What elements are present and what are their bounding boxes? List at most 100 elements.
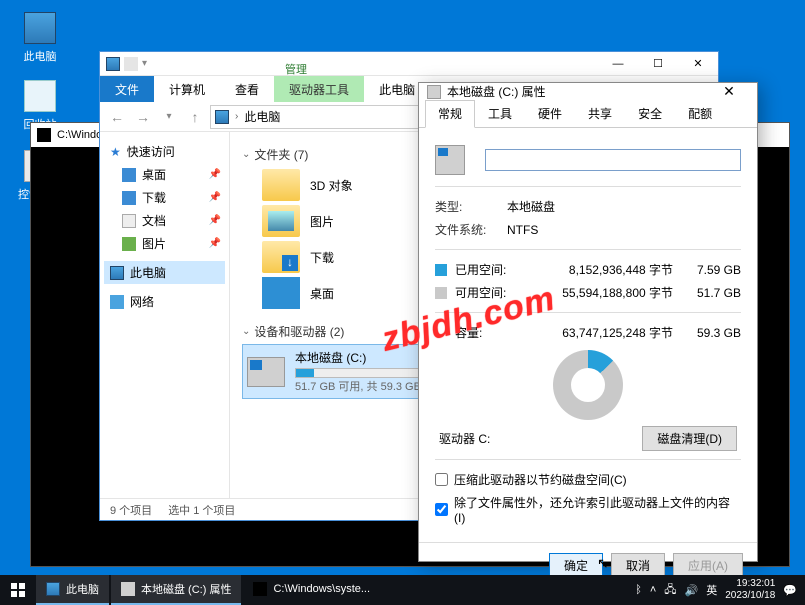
desktop-icon-label: 此电脑 <box>10 48 70 64</box>
pc-icon <box>46 582 60 596</box>
index-checkbox[interactable] <box>435 503 448 516</box>
system-tray: ᛒ ˄ 🖧 🔊 英 19:32:01 2023/10/18 💬 <box>627 578 805 602</box>
fs-value: NTFS <box>507 223 538 237</box>
tray-notifications-icon[interactable]: 💬 <box>783 584 797 597</box>
status-selected-count: 选中 1 个项目 <box>168 502 235 518</box>
ribbon-tab-view[interactable]: 查看 <box>220 76 274 102</box>
chevron-down-icon: ⌄ <box>242 149 250 160</box>
folder-icon: ↓ <box>262 241 300 273</box>
drive-icon <box>121 582 135 596</box>
chevron-right-icon: › <box>235 111 238 122</box>
drive-item-c[interactable]: 本地磁盘 (C:) 51.7 GB 可用, 共 59.3 GB <box>242 344 442 399</box>
taskbar-item-properties[interactable]: 本地磁盘 (C:) 属性 <box>111 575 241 605</box>
pc-icon <box>24 12 56 44</box>
drive-label-input[interactable] <box>485 149 741 171</box>
tray-chevron-up-icon[interactable]: ˄ <box>650 584 656 596</box>
nav-forward-button[interactable]: → <box>132 106 154 128</box>
ribbon-tab-drivetools[interactable]: 管理 驱动器工具 <box>274 76 364 102</box>
address-text: 此电脑 <box>244 108 280 125</box>
taskbar-clock[interactable]: 19:32:01 2023/10/18 <box>725 578 775 602</box>
tab-sharing[interactable]: 共享 <box>575 100 625 127</box>
nav-back-button[interactable]: ← <box>106 106 128 128</box>
sidebar-quickaccess[interactable]: ★ 快速访问 <box>104 140 225 163</box>
folder-icon <box>262 169 300 201</box>
pc-icon <box>215 110 229 124</box>
start-button[interactable] <box>0 575 36 605</box>
properties-titlebar[interactable]: 本地磁盘 (C:) 属性 ✕ <box>419 83 757 100</box>
compress-checkbox-row[interactable]: 压缩此驱动器以节约磁盘空间(C) <box>435 468 741 491</box>
sidebar-item-desktop[interactable]: 桌面📌 <box>104 163 225 186</box>
close-button[interactable]: ✕ <box>709 83 749 100</box>
used-swatch <box>435 264 447 276</box>
drive-icon <box>247 357 285 387</box>
nav-recent-button[interactable]: ▾ <box>158 106 180 128</box>
quick-access-toolbar-dropdown[interactable]: ▾ <box>138 58 151 69</box>
sidebar-item-downloads[interactable]: 下载📌 <box>104 186 225 209</box>
pin-icon: 📌 <box>209 192 221 203</box>
tab-security[interactable]: 安全 <box>625 100 675 127</box>
taskbar: 此电脑 本地磁盘 (C:) 属性 C:\Windows\syste... ᛒ ˄… <box>0 575 805 605</box>
cursor-icon: ↖ <box>597 555 609 572</box>
usage-donut-chart <box>553 350 623 420</box>
ribbon-tab-computer[interactable]: 计算机 <box>154 76 220 102</box>
status-item-count: 9 个项目 <box>110 502 152 518</box>
drive-letter-label: 驱动器 C: <box>439 430 490 447</box>
free-space-row: 可用空间: 55,594,188,800 字节 51.7 GB <box>435 281 741 304</box>
drive-usage-bar <box>295 368 435 378</box>
minimize-button[interactable]: — <box>598 52 638 76</box>
desktop-folder-icon <box>262 277 300 309</box>
taskbar-item-cmd[interactable]: C:\Windows\syste... <box>243 575 380 605</box>
pin-icon: 📌 <box>209 215 221 226</box>
nav-up-button[interactable]: ↑ <box>184 106 206 128</box>
toolbar-placeholder-icon <box>124 57 138 71</box>
properties-tabs: 常规 工具 硬件 共享 安全 配额 <box>419 100 757 128</box>
tab-tools[interactable]: 工具 <box>475 100 525 127</box>
tray-bluetooth-icon[interactable]: ᛒ <box>635 584 642 596</box>
close-button[interactable]: ✕ <box>678 52 718 76</box>
free-swatch <box>435 287 447 299</box>
tab-hardware[interactable]: 硬件 <box>525 100 575 127</box>
pc-icon <box>110 266 124 280</box>
windows-logo-icon <box>11 583 25 597</box>
sidebar-network[interactable]: 网络 <box>104 290 225 313</box>
sidebar-item-pictures[interactable]: 图片📌 <box>104 232 225 255</box>
properties-dialog: 本地磁盘 (C:) 属性 ✕ 常规 工具 硬件 共享 安全 配额 类型:本地磁盘… <box>418 82 758 562</box>
used-space-row: 已用空间: 8,152,936,448 字节 7.59 GB <box>435 258 741 281</box>
type-value: 本地磁盘 <box>507 198 555 215</box>
fs-label: 文件系统: <box>435 221 507 238</box>
recycle-icon <box>24 80 56 112</box>
network-icon <box>110 295 124 309</box>
drive-name: 本地磁盘 (C:) <box>295 349 435 366</box>
taskbar-item-explorer[interactable]: 此电脑 <box>36 575 109 605</box>
ribbon-tab-file[interactable]: 文件 <box>100 76 154 102</box>
chevron-down-icon: ⌄ <box>242 326 250 337</box>
capacity-row: 容量: 63,747,125,248 字节 59.3 GB <box>435 321 741 344</box>
compress-checkbox[interactable] <box>435 473 448 486</box>
desktop-icon-thispc[interactable]: 此电脑 <box>10 12 70 64</box>
pin-icon: 📌 <box>209 169 221 180</box>
pc-icon <box>106 57 120 71</box>
properties-title-text: 本地磁盘 (C:) 属性 <box>447 83 546 100</box>
tab-quota[interactable]: 配额 <box>675 100 725 127</box>
drive-icon-large <box>435 145 465 175</box>
tray-network-icon[interactable]: 🖧 <box>664 581 676 600</box>
sidebar-thispc[interactable]: 此电脑 <box>104 261 225 284</box>
contextual-group-label: 管理 <box>285 61 307 77</box>
tray-volume-icon[interactable]: 🔊 <box>685 584 699 597</box>
tab-general[interactable]: 常规 <box>425 100 475 128</box>
pin-icon: 📌 <box>209 238 221 249</box>
folder-icon <box>262 205 300 237</box>
document-icon <box>122 214 136 228</box>
cmd-icon <box>37 128 51 142</box>
picture-icon <box>122 237 136 251</box>
desktop-icon <box>122 168 136 182</box>
maximize-button[interactable]: ☐ <box>638 52 678 76</box>
index-checkbox-row[interactable]: 除了文件属性外，还允许索引此驱动器上文件的内容(I) <box>435 491 741 528</box>
explorer-sidebar: ★ 快速访问 桌面📌 下载📌 文档📌 图片📌 此电脑 网络 <box>100 132 230 498</box>
sidebar-item-documents[interactable]: 文档📌 <box>104 209 225 232</box>
disk-cleanup-button[interactable]: 磁盘清理(D) <box>642 426 737 451</box>
download-icon <box>122 191 136 205</box>
drive-detail: 51.7 GB 可用, 共 59.3 GB <box>295 378 435 394</box>
explorer-titlebar[interactable]: ▾ — ☐ ✕ <box>100 52 718 76</box>
tray-ime-indicator[interactable]: 英 <box>706 582 717 598</box>
